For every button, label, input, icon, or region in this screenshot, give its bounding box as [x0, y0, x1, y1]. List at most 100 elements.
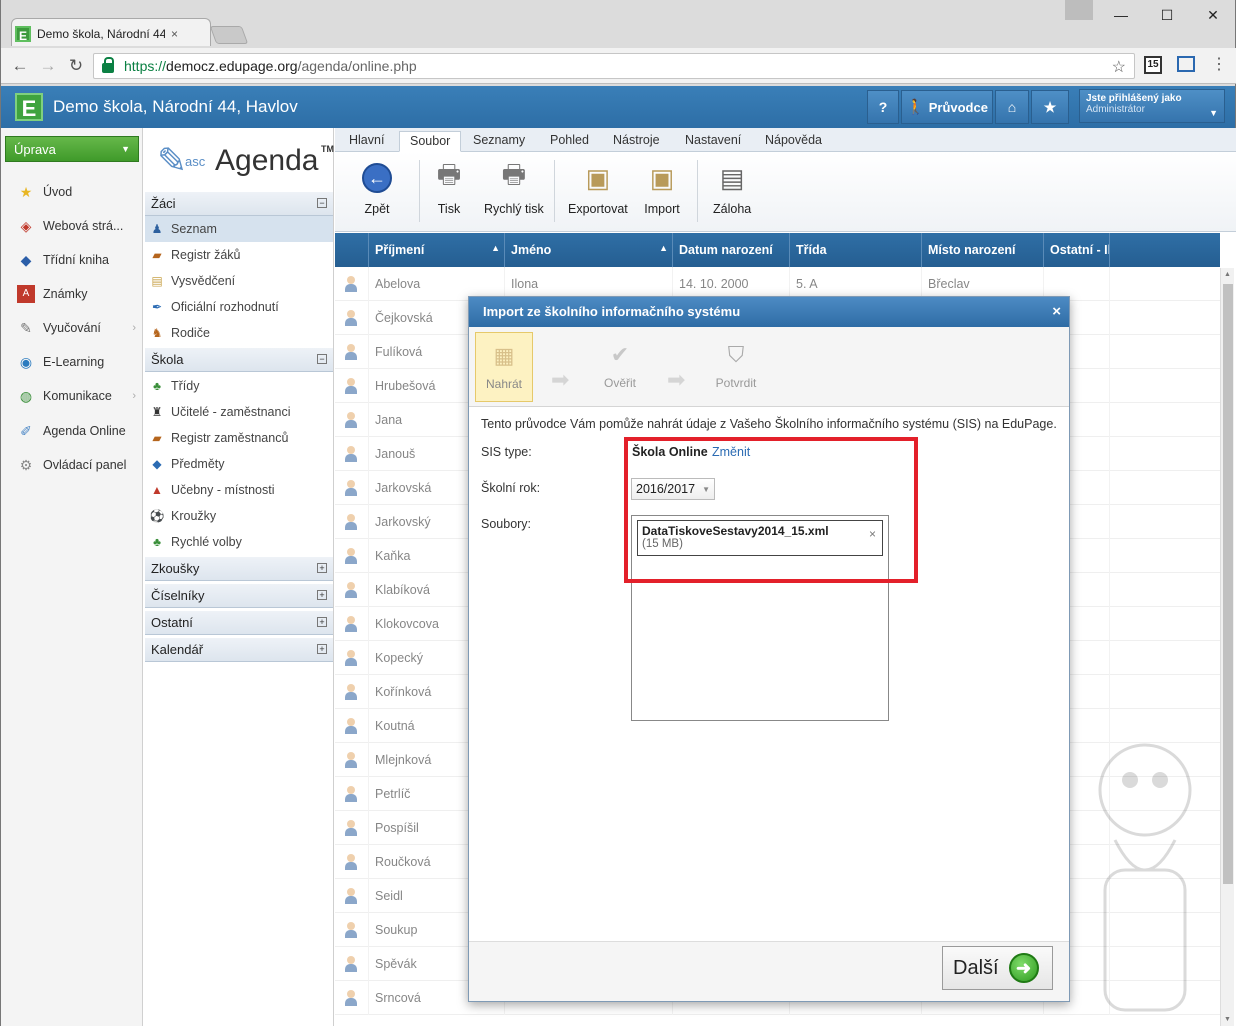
expand-icon[interactable]: + [317, 563, 327, 573]
sidebar-item-znamky[interactable]: A Známky [1, 277, 144, 311]
tab-hlavni[interactable]: Hlavní [339, 131, 394, 152]
tab-seznamy[interactable]: Seznamy [463, 131, 535, 152]
header-ostatni[interactable]: Ostatní - Ik [1044, 233, 1110, 267]
bookmark-star-icon[interactable]: ☆ [1112, 57, 1126, 77]
close-window-button[interactable]: ✕ [1193, 4, 1233, 26]
ribbon-toolbar: ← Zpět 🖶 Tisk 🖶 Rychlý tisk ▣ Exportovat… [335, 152, 1236, 232]
minimize-button[interactable]: — [1101, 4, 1141, 26]
school-title: Demo škola, Národní 44, Havlov [53, 97, 298, 116]
tab-soubor[interactable]: Soubor [399, 131, 462, 152]
address-bar: ← → ↻ https://democz.edupage.org/agenda/… [1, 48, 1236, 84]
scrollbar-thumb[interactable] [1223, 284, 1233, 884]
edupage-logo[interactable]: E [15, 93, 43, 121]
next-button[interactable]: Další ➜ [942, 946, 1053, 990]
section-kalendar[interactable]: Kalendář + [145, 638, 333, 662]
asc-agenda-logo: ✎ asc Agenda TM [155, 134, 334, 186]
sidebar-item-komunikace[interactable]: ◍ Komunikace › [1, 379, 144, 413]
header-label: Ostatní - Ik [1050, 243, 1110, 257]
back-button[interactable]: ← Zpět [359, 160, 395, 222]
maximize-button[interactable]: ☐ [1147, 4, 1187, 26]
subnav-item-vysvedceni[interactable]: ▤ Vysvědčení [145, 268, 333, 294]
sidebar-item-elearning[interactable]: ◉ E-Learning [1, 345, 144, 379]
agenda-icon: ✐ [20, 423, 32, 439]
import-button[interactable]: ▣ Import [644, 160, 680, 222]
subnav-item-oficialni-rozhodnuti[interactable]: ✒ Oficiální rozhodnutí [145, 294, 333, 320]
header-prijmeni[interactable]: Příjmení ▲ [369, 233, 505, 267]
section-ostatni[interactable]: Ostatní + [145, 611, 333, 635]
section-zkousky[interactable]: Zkoušky + [145, 557, 333, 581]
url-input[interactable]: https://democz.edupage.org/agenda/online… [93, 53, 1135, 79]
tab-nastaveni[interactable]: Nastavení [675, 131, 751, 152]
teacher-icon: ♜ [151, 405, 163, 419]
edit-dropdown-button[interactable]: Úprava ▼ [5, 136, 139, 162]
logo-tm-text: TM [321, 144, 334, 154]
browser-tab-content[interactable]: E Demo škola, Národní 44, × [15, 22, 205, 46]
guide-button[interactable]: 🚶 Průvodce [901, 90, 993, 124]
step-confirm[interactable]: ⛉ Potvrdit [707, 332, 765, 402]
collapse-icon[interactable]: − [317, 354, 327, 364]
step-upload[interactable]: ▦ Nahrát [475, 332, 533, 402]
menu-dots-icon[interactable]: ⋮ [1211, 54, 1227, 74]
edit-button-label: Úprava [14, 142, 56, 157]
tab-close-icon[interactable]: × [171, 27, 178, 41]
header-datum-narozeni[interactable]: Datum narození [673, 233, 790, 267]
tab-napoveda[interactable]: Nápověda [755, 131, 832, 152]
cast-icon[interactable] [1177, 56, 1195, 72]
profile-icon[interactable] [1065, 0, 1093, 20]
subnav-item-tridy[interactable]: ♣ Třídy [145, 373, 333, 399]
scroll-down-icon[interactable]: ▼ [1224, 1016, 1231, 1023]
header-jmeno[interactable]: Jméno ▲ [505, 233, 673, 267]
tab-pohled[interactable]: Pohled [540, 131, 599, 152]
header-trida[interactable]: Třída [790, 233, 922, 267]
print-button[interactable]: 🖶 Tisk [431, 159, 467, 222]
subnav-item-registr-zamestnancu[interactable]: ▰ Registr zaměstnanců [145, 425, 333, 451]
extension-badge-icon[interactable]: 15 [1144, 56, 1162, 74]
header-misto-narozeni[interactable]: Místo narození [922, 233, 1044, 267]
expand-icon[interactable]: + [317, 644, 327, 654]
forward-icon[interactable]: → [37, 56, 59, 76]
subnav-item-seznam[interactable]: ♟ Seznam [145, 216, 333, 242]
collapse-icon[interactable]: − [317, 198, 327, 208]
backup-button[interactable]: ▤ Záloha [713, 160, 751, 222]
subnav-item-predmety[interactable]: ◆ Předměty [145, 451, 333, 477]
user-menu[interactable]: Jste přihlášený jako Administrátor ▼ [1079, 89, 1225, 123]
expand-icon[interactable]: + [317, 617, 327, 627]
tab-nastroje[interactable]: Nástroje [603, 131, 670, 152]
files-label: Soubory: [481, 517, 532, 531]
back-icon[interactable]: ← [9, 56, 31, 76]
home-button[interactable]: ⌂ [995, 90, 1029, 124]
quick-print-button[interactable]: 🖶 Rychlý tisk [484, 159, 544, 222]
chevron-right-icon: › [132, 390, 136, 402]
grid-scrollbar[interactable]: ▲ ▼ [1220, 268, 1234, 1026]
chevron-down-icon: ▼ [1209, 108, 1218, 118]
left-sidebar: Úprava ▼ ★ Úvod ◈ Webová strá... ◆ Třídní k… [0, 128, 143, 1026]
subnav-item-ucitele[interactable]: ♜ Učitelé - zaměstnanci [145, 399, 333, 425]
sidebar-item-webova-stranka[interactable]: ◈ Webová strá... [1, 209, 144, 243]
quick-printer-icon: 🖶 [501, 159, 527, 189]
sidebar-item-uvod[interactable]: ★ Úvod [1, 175, 144, 209]
header-label: Jméno [511, 243, 552, 257]
sidebar-item-vyucovani[interactable]: ✎ Vyučování › [1, 311, 144, 345]
section-skola[interactable]: Škola − [145, 348, 333, 372]
expand-icon[interactable]: + [317, 590, 327, 600]
subnav-label: Třídy [171, 379, 200, 393]
subnav-item-rychle-volby[interactable]: ♣ Rychlé volby [145, 529, 333, 555]
favorites-button[interactable]: ★ [1031, 90, 1069, 124]
sidebar-item-tridni-kniha[interactable]: ◆ Třídní kniha [1, 243, 144, 277]
step-verify[interactable]: ✔ Ověřit [591, 332, 649, 402]
dialog-close-icon[interactable]: × [1052, 303, 1061, 320]
subnav-item-rodice[interactable]: ♞ Rodiče [145, 320, 333, 346]
new-tab-button[interactable] [209, 26, 249, 44]
sidebar-item-agenda-online[interactable]: ✐ Agenda Online [1, 414, 144, 448]
certificate-icon: ▤ [151, 274, 163, 288]
export-button[interactable]: ▣ Exportovat [568, 160, 628, 222]
scroll-up-icon[interactable]: ▲ [1224, 271, 1231, 278]
subnav-item-registr-zaku[interactable]: ▰ Registr žáků [145, 242, 333, 268]
help-button[interactable]: ? [867, 90, 899, 124]
reload-icon[interactable]: ↻ [65, 56, 87, 76]
section-zaci[interactable]: Žáci − [145, 192, 333, 216]
subnav-item-ucebny[interactable]: ▲ Učebny - místnosti [145, 477, 333, 503]
sidebar-item-ovladaci-panel[interactable]: ⚙ Ovládací panel [1, 448, 144, 482]
subnav-item-krouzky[interactable]: ⚽ Kroužky [145, 503, 333, 529]
section-ciselniky[interactable]: Číselníky + [145, 584, 333, 608]
